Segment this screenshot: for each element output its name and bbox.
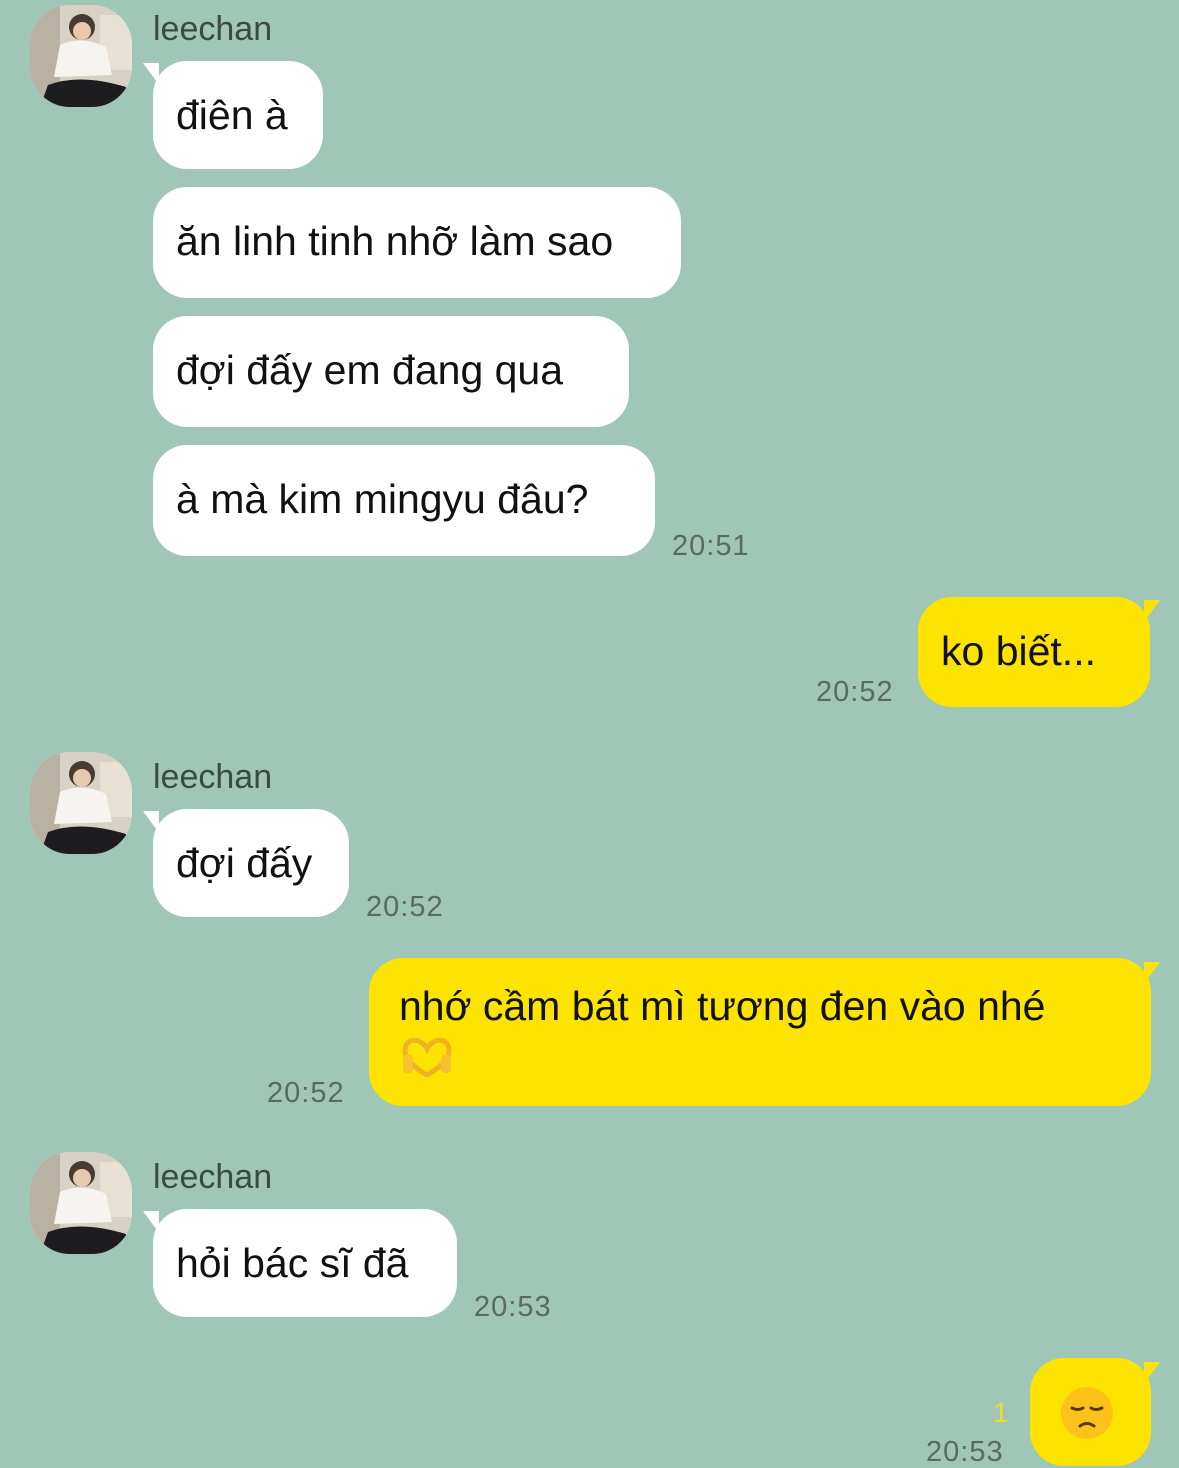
message-text: ko biết... <box>941 628 1096 674</box>
message-text: nhớ cầm bát mì tương đen vào nhé <box>399 983 1046 1029</box>
message-text: ăn linh tinh nhỡ làm sao <box>176 218 614 264</box>
incoming-message[interactable]: điên à <box>153 61 323 169</box>
bubble-tail <box>1144 962 1160 984</box>
avatar[interactable] <box>30 752 132 854</box>
message-text: hỏi bác sĩ đã <box>176 1240 409 1286</box>
incoming-message[interactable]: đợi đấy em đang qua <box>153 316 629 427</box>
incoming-message[interactable]: đợi đấy <box>153 809 349 917</box>
outgoing-message[interactable] <box>1030 1358 1151 1466</box>
avatar[interactable] <box>30 5 132 107</box>
bubble-tail <box>1144 600 1160 622</box>
sender-name: leechan <box>153 10 273 48</box>
bubble-tail <box>143 811 159 833</box>
bubble-tail <box>143 1211 159 1233</box>
timestamp: 20:52 <box>816 676 894 708</box>
unread-count: 1 <box>993 1397 1009 1428</box>
timestamp: 20:52 <box>267 1077 345 1109</box>
message-text: điên à <box>176 92 288 138</box>
bubble-tail <box>143 63 159 85</box>
profile-photo-icon <box>30 1152 132 1254</box>
incoming-message[interactable]: ăn linh tinh nhỡ làm sao <box>153 187 681 298</box>
timestamp: 20:52 <box>366 891 444 923</box>
profile-photo-icon <box>30 752 132 854</box>
avatar[interactable] <box>30 1152 132 1254</box>
outgoing-message[interactable]: ko biết... <box>918 597 1150 707</box>
profile-photo-icon <box>30 5 132 107</box>
timestamp: 20:53 <box>474 1291 552 1323</box>
heart-hands-icon <box>399 1033 455 1089</box>
timestamp: 20:51 <box>672 530 750 562</box>
pensive-face-icon <box>1060 1386 1114 1454</box>
sender-name: leechan <box>153 758 273 796</box>
outgoing-message[interactable]: nhớ cầm bát mì tương đen vào nhé <box>369 958 1151 1106</box>
incoming-message[interactable]: hỏi bác sĩ đã <box>153 1209 457 1317</box>
timestamp: 20:53 <box>926 1436 1004 1468</box>
sender-name: leechan <box>153 1158 273 1196</box>
bubble-tail <box>1144 1362 1160 1384</box>
message-text: đợi đấy <box>176 840 313 886</box>
incoming-message[interactable]: à mà kim mingyu đâu? <box>153 445 655 556</box>
message-text: đợi đấy em đang qua <box>176 347 564 393</box>
message-text: à mà kim mingyu đâu? <box>176 476 589 522</box>
